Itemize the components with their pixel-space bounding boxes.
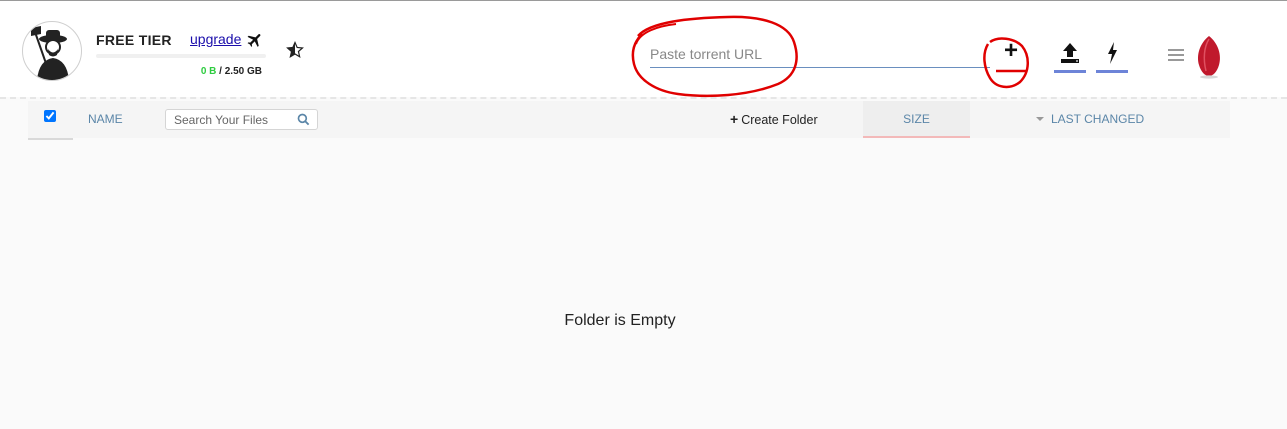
hamburger-menu-button[interactable]: [1168, 49, 1184, 63]
quota-used: 0 B: [200, 66, 217, 77]
quota-separator: /: [216, 66, 225, 77]
star-half-icon[interactable]: [286, 41, 304, 59]
upload-button[interactable]: [1054, 40, 1086, 73]
file-search-box: [165, 109, 318, 130]
hamburger-icon-line: [1168, 59, 1184, 61]
quota-text: 0 B / 2.50 GB: [186, 66, 262, 77]
plus-icon: +: [730, 111, 739, 127]
header-divider: [0, 97, 1287, 99]
flash-icon: [1108, 42, 1117, 64]
create-folder-button[interactable]: + Create Folder: [730, 111, 818, 127]
quota-progress-bar: [96, 54, 266, 58]
plane-icon[interactable]: [246, 31, 264, 49]
seedr-logo-icon[interactable]: [1196, 35, 1222, 79]
torrent-url-input[interactable]: [650, 41, 990, 68]
flash-button[interactable]: [1096, 40, 1128, 73]
hamburger-icon: [1168, 49, 1184, 51]
file-search-input[interactable]: [174, 112, 289, 127]
add-torrent-button[interactable]: +: [996, 38, 1026, 70]
caret-down-icon: [1036, 116, 1044, 121]
create-folder-label: Create Folder: [741, 113, 818, 127]
column-size-header[interactable]: SIZE: [863, 101, 970, 138]
select-all-cell: [28, 101, 73, 140]
hamburger-icon-line: [1168, 54, 1184, 56]
plus-icon: +: [1003, 37, 1018, 64]
column-last-changed-header[interactable]: LAST CHANGED: [1036, 112, 1144, 126]
column-name-header[interactable]: NAME: [88, 112, 123, 126]
avatar[interactable]: [22, 21, 82, 81]
header-bar: [0, 1, 1287, 97]
column-size-label: SIZE: [903, 112, 930, 126]
upgrade-link[interactable]: upgrade: [190, 31, 241, 47]
search-icon[interactable]: [297, 113, 310, 126]
empty-folder-message: Folder is Empty: [564, 312, 676, 329]
upload-icon: [1061, 43, 1079, 63]
quota-total: 2.50 GB: [224, 66, 262, 77]
tier-label: FREE TIER: [96, 32, 172, 48]
column-last-changed-label: LAST CHANGED: [1051, 112, 1145, 126]
select-all-checkbox[interactable]: [44, 110, 56, 122]
avatar-icon: [31, 26, 69, 80]
